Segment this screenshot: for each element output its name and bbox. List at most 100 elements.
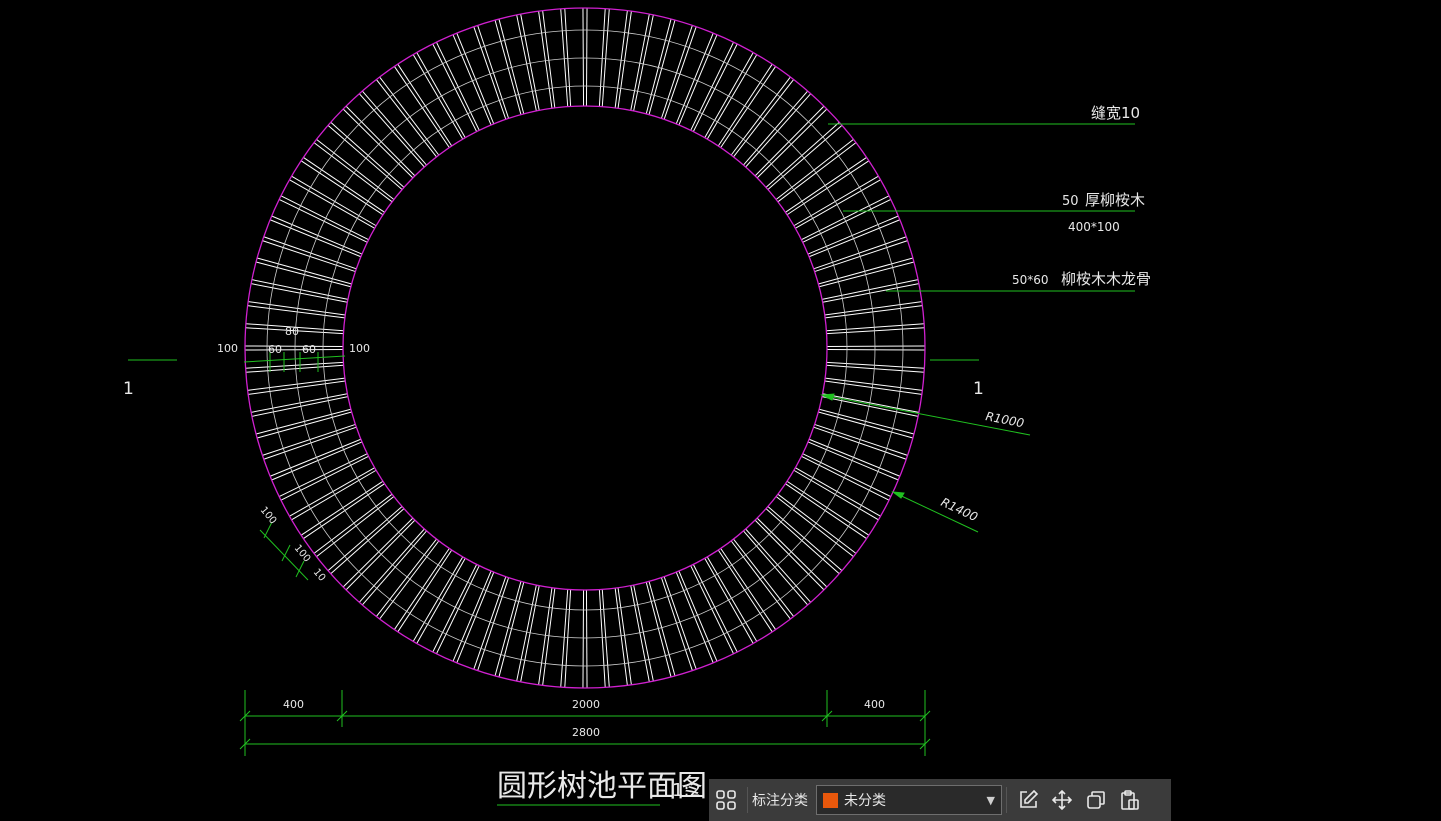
- plank-edge: [826, 345, 925, 348]
- joint-label: 缝宽10: [1091, 104, 1140, 122]
- toolbar-divider: [747, 787, 748, 813]
- plank-edge: [564, 8, 572, 107]
- r1400-arrow: [891, 491, 905, 499]
- plank-edge: [614, 588, 628, 686]
- plank-edge: [614, 10, 628, 108]
- section-dim-line: [243, 355, 346, 363]
- plank-edge: [802, 199, 892, 243]
- plank-edge: [825, 377, 923, 391]
- plank-material-label: 厚柳桉木: [1085, 191, 1145, 209]
- outer-circle: [244, 7, 926, 689]
- category-color-swatch: [823, 792, 838, 808]
- plank-edge: [300, 480, 384, 536]
- plank-edge: [247, 377, 345, 391]
- plank-edge: [542, 588, 556, 686]
- joist-ring: [294, 57, 876, 639]
- plank-edge: [717, 63, 773, 147]
- plank-edge: [397, 63, 453, 147]
- plank-edge: [754, 105, 825, 177]
- move-icon[interactable]: [1045, 783, 1079, 817]
- dim-section-60b: 60: [302, 343, 316, 356]
- joist-size-label: 50*60: [1012, 273, 1049, 287]
- plank-edge: [793, 469, 879, 521]
- plank-edge: [598, 8, 606, 107]
- plank-edge: [582, 589, 585, 688]
- cad-drawing: 缝宽10 50 厚柳桉木 400*100 50*60 柳桉木木龙骨 R1000 …: [123, 7, 1151, 806]
- plank-edge: [560, 589, 569, 688]
- plank-edge: [786, 160, 870, 216]
- plank-edge: [756, 108, 828, 179]
- plank-edge: [706, 556, 758, 642]
- plank-edge: [342, 517, 414, 588]
- plank-edge: [754, 519, 825, 591]
- grid-icon[interactable]: [709, 783, 743, 817]
- plank-edge: [793, 175, 879, 227]
- dim-bottom-right: 400: [864, 698, 885, 711]
- plank-edge: [560, 8, 569, 107]
- dim-small-c: 10: [311, 567, 328, 584]
- r1400-label: R1400: [939, 495, 980, 524]
- plank-edge: [245, 348, 344, 351]
- chevron-down-icon: ▼: [986, 793, 995, 807]
- dim-bottom-middle: 2000: [572, 698, 600, 711]
- plank-edge: [826, 364, 925, 373]
- plank-edge: [601, 589, 610, 688]
- plank-edge: [826, 361, 925, 369]
- dim-section-left: 100: [217, 342, 238, 355]
- category-label: 标注分类: [752, 793, 808, 809]
- edit-icon[interactable]: [1011, 783, 1045, 817]
- plank-edge: [278, 199, 368, 243]
- plank-edge: [345, 105, 416, 177]
- plank-edge: [245, 364, 344, 373]
- plank-edge: [786, 480, 870, 536]
- plank-edge: [585, 589, 588, 688]
- plank-edge: [300, 160, 384, 216]
- plank-edge: [826, 327, 925, 335]
- plank-edge: [802, 453, 892, 497]
- joist-ring: [322, 85, 848, 611]
- plank-edge: [397, 549, 453, 633]
- copy-icon[interactable]: [1079, 783, 1113, 817]
- plank-edge: [436, 565, 480, 655]
- plank-size-label: 400*100: [1068, 220, 1120, 234]
- plank-edge: [706, 54, 758, 140]
- plank-edge: [598, 589, 606, 688]
- plank-edge: [826, 323, 925, 332]
- section-mark-right: 1: [973, 379, 984, 399]
- plank-edge: [717, 549, 773, 633]
- plank-edge: [291, 469, 377, 521]
- category-select-value: 未分类: [844, 793, 886, 809]
- plank-edge: [291, 175, 377, 227]
- plank-edge: [278, 453, 368, 497]
- plank-edge: [412, 556, 464, 642]
- dim-small-a: 100: [258, 505, 279, 527]
- annotation-toolbar: 标注分类 未分类 ▼: [709, 779, 1171, 821]
- dim-bottom-total: 2800: [572, 726, 600, 739]
- plank-edge: [247, 305, 345, 319]
- plank-ring: [245, 8, 925, 688]
- plank-edge: [690, 565, 734, 655]
- plank-edge: [342, 108, 414, 179]
- plank-edge: [825, 305, 923, 319]
- plank-edge: [582, 8, 585, 107]
- drawing-scale: 1:2: [672, 780, 701, 801]
- category-select[interactable]: 未分类 ▼: [816, 785, 1002, 815]
- plank-edge: [412, 54, 464, 140]
- section-mark-left: 1: [123, 379, 134, 399]
- plank-edge: [585, 8, 588, 107]
- plank-edge: [542, 10, 556, 108]
- plank-edge: [826, 348, 925, 351]
- dim-section-right: 100: [349, 342, 370, 355]
- plank-thickness-label: 50: [1062, 194, 1079, 209]
- plank-edge: [601, 8, 610, 107]
- dim-bottom-left: 400: [283, 698, 304, 711]
- plank-edge: [245, 361, 344, 369]
- plank-edge: [564, 589, 572, 688]
- paste-icon[interactable]: [1113, 783, 1147, 817]
- joist-material-label: 柳桉木木龙骨: [1061, 270, 1151, 288]
- plank-edge: [436, 41, 480, 131]
- small-dim-tick: [281, 544, 291, 562]
- dim-section-80: 80: [285, 325, 299, 338]
- inner-circle: [342, 105, 828, 591]
- plank-edge: [245, 345, 344, 348]
